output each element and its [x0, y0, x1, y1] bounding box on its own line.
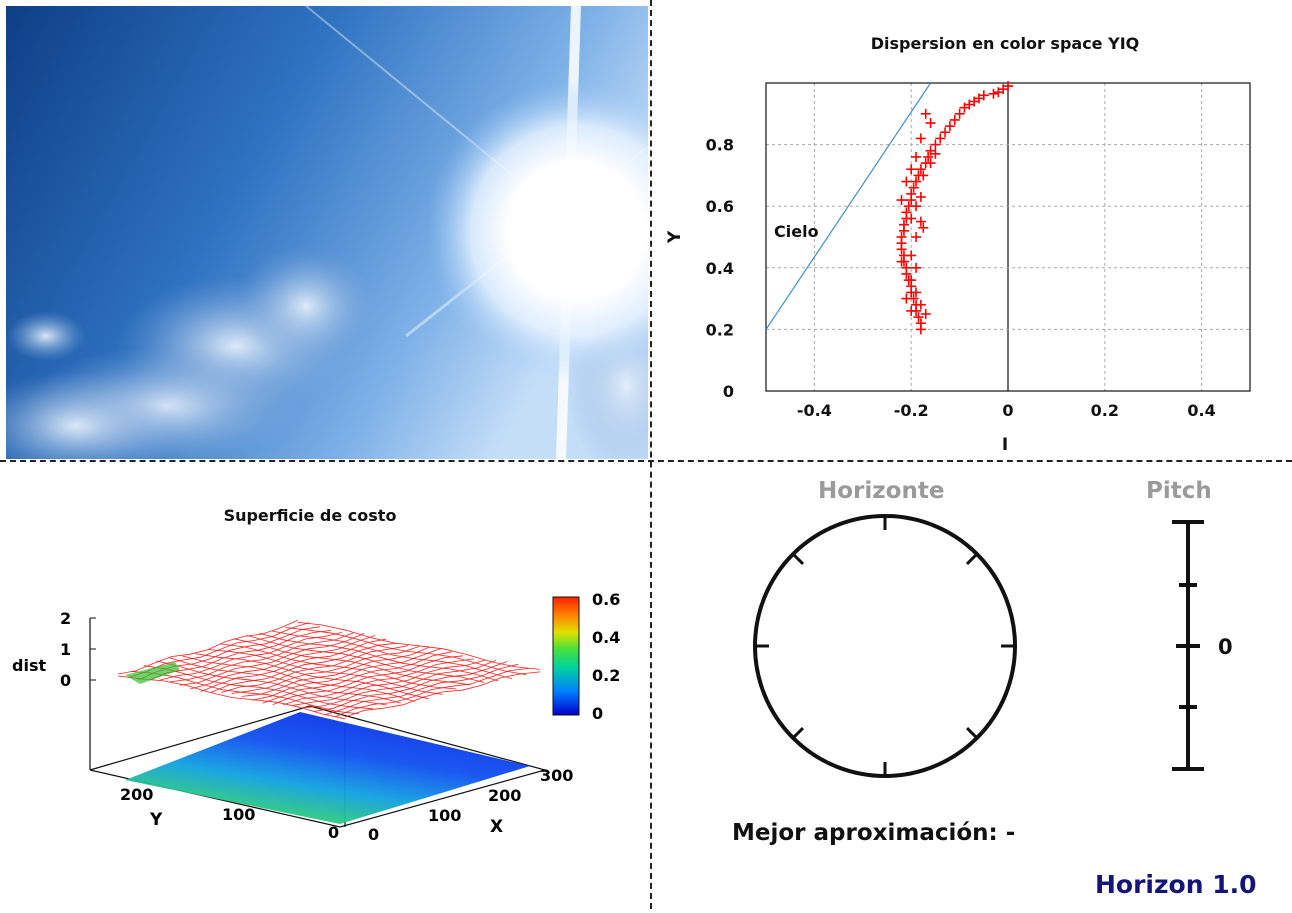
- surface-mesh-line: [272, 630, 513, 680]
- scatter-ylabel: Y: [665, 230, 685, 244]
- scatter-point: [896, 244, 907, 255]
- scatter-point: [906, 275, 917, 286]
- scatter-x-tick: -0.2: [894, 401, 929, 420]
- surface-x-tick-200: 200: [488, 786, 521, 805]
- surface-xlabel: X: [490, 817, 503, 837]
- horizon-dial: [753, 514, 1017, 778]
- scatter-point: [906, 164, 917, 175]
- surface-mesh-line: [221, 645, 409, 693]
- scatter-point: [901, 293, 912, 304]
- scatter-point: [906, 213, 917, 224]
- scatter-point: [906, 305, 917, 316]
- horizon-tick: [792, 553, 805, 566]
- scatter-point: [901, 176, 912, 187]
- scatter-point: [911, 287, 922, 298]
- scatter-point: [915, 299, 926, 310]
- scatter-point: [911, 262, 922, 273]
- scatter-xlabel: I: [1002, 435, 1008, 455]
- scatter-point: [915, 324, 926, 335]
- scatter-point: [940, 127, 951, 138]
- best-approximation-value: -: [1005, 820, 1016, 846]
- colorbar-tick-0: 0: [592, 704, 603, 723]
- scatter-y-tick: 0.6: [706, 197, 734, 216]
- surface-mesh: [117, 619, 541, 720]
- scatter-point: [911, 201, 922, 212]
- best-approximation-label: Mejor aproximación:: [732, 820, 998, 846]
- surface-mesh-green-patch: [125, 662, 180, 684]
- scatter-annotation-cielo: Cielo: [774, 222, 819, 241]
- scatter-point: [944, 121, 955, 132]
- scatter-point: [898, 225, 909, 236]
- surface-z-tick-2: 2: [60, 609, 71, 628]
- surface-x-tick-0: 0: [368, 825, 379, 844]
- scatter-point: [918, 170, 929, 181]
- scatter-y-tick: 0.4: [706, 259, 734, 278]
- surface-x-tick-100: 100: [428, 806, 461, 825]
- surface-floor-map: [125, 712, 530, 824]
- scatter-point: [915, 216, 926, 227]
- horizon-tick: [792, 726, 805, 739]
- scatter-y-tick: 0.8: [706, 136, 734, 155]
- scatter-point: [920, 108, 931, 119]
- horizon-indicator: Horizonte Pitch 0 Mejor aproximación: - …: [652, 462, 1292, 909]
- best-approximation: Mejor aproximación: -: [732, 820, 1015, 846]
- scatter-y-tick: 0.2: [706, 320, 734, 339]
- surface-title: Superficie de costo: [224, 506, 397, 525]
- scatter-point: [911, 151, 922, 162]
- surface-z-tick-0: 0: [60, 671, 71, 690]
- surface-mesh-line: [246, 634, 485, 683]
- surface-ylabel: Y: [149, 810, 163, 830]
- horizon-tick: [965, 553, 978, 566]
- scatter-x-tick: -0.4: [797, 401, 832, 420]
- scatter-point: [925, 118, 936, 129]
- colorbar-tick-0.2: 0.2: [592, 666, 620, 685]
- scatter-point: [954, 108, 965, 119]
- scatter-svg: Dispersion en color space YIQ -0.4 -0.2 0 0…: [665, 34, 1251, 455]
- scatter-points: [765, 81, 1013, 335]
- surface-y-tick-100: 100: [222, 805, 255, 824]
- scatter-grid: [766, 83, 1250, 391]
- camera-view: [6, 6, 648, 459]
- surface-y-tick-0: 0: [328, 823, 339, 842]
- scatter-point: [896, 256, 907, 267]
- colorbar-tick-0.4: 0.4: [592, 628, 620, 647]
- scatter-x-tick: 0.4: [1187, 401, 1215, 420]
- surface-x-tick-300: 300: [540, 766, 573, 785]
- scatter-point: [896, 195, 907, 206]
- scatter-point: [930, 139, 941, 150]
- sky-image: [6, 6, 648, 459]
- surface-y-tick-200: 200: [120, 785, 153, 804]
- surface-z-tick-1: 1: [60, 640, 71, 659]
- scatter-point: [915, 191, 926, 202]
- horizon-tick: [965, 726, 978, 739]
- scatter-x-tick: 0.2: [1091, 401, 1119, 420]
- scatter-point: [911, 176, 922, 187]
- surface-mesh-line: [143, 665, 373, 710]
- cost-surface-plot: Superficie de costo 2 1 0 dist 200 100 0…: [0, 462, 650, 909]
- pitch-scale: [1172, 520, 1204, 771]
- scatter-y-tick: 0: [723, 382, 734, 401]
- scatter-point: [908, 182, 919, 193]
- scatter-point: [935, 133, 946, 144]
- scatter-point: [915, 164, 926, 175]
- yiq-scatter-plot: Dispersion en color space YIQ -0.4 -0.2 0 0…: [652, 0, 1292, 460]
- scatter-point: [901, 268, 912, 279]
- pitch-value: 0: [1218, 635, 1233, 659]
- scatter-point: [949, 114, 960, 125]
- scatter-point: [988, 88, 999, 99]
- colorbar-tick-0.6: 0.6: [592, 590, 620, 609]
- scatter-point: [915, 133, 926, 144]
- scatter-point: [918, 222, 929, 233]
- surface-colorbar: [552, 596, 580, 716]
- scatter-x-tick: 0: [1002, 401, 1013, 420]
- scatter-point: [911, 232, 922, 242]
- scatter-title: Dispersion en color space YIQ: [871, 34, 1140, 53]
- surface-zlabel: dist: [12, 656, 46, 675]
- surface-svg: Superficie de costo 2 1 0 dist 200 100 0…: [12, 506, 620, 844]
- scatter-point: [906, 250, 917, 261]
- version-label: Horizon 1.0: [1095, 870, 1257, 899]
- scatter-point: [925, 158, 936, 169]
- scatter-tick-labels: -0.4 -0.2 0 0.2 0.4 0 0.2 0.4 0.6 0.8: [706, 136, 1216, 420]
- scatter-point: [906, 195, 917, 206]
